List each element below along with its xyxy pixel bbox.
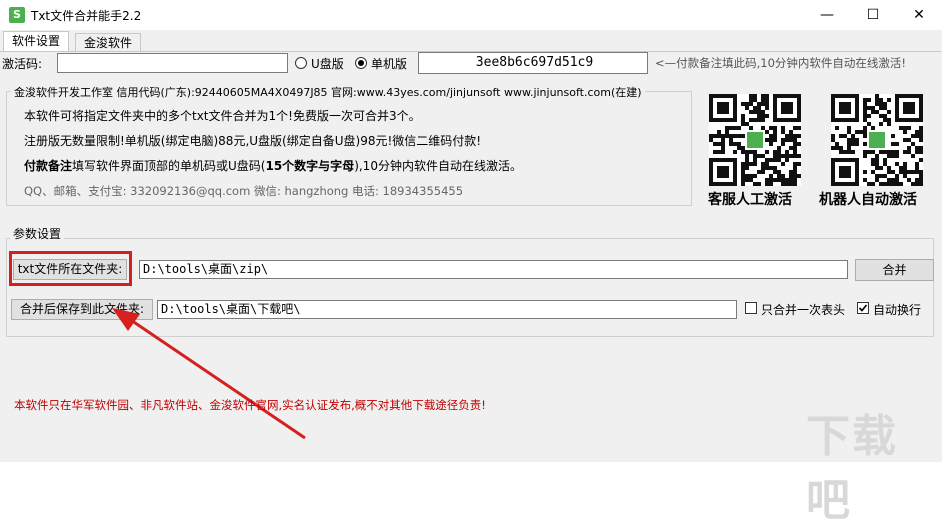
auto-wrap-label: 自动换行 (873, 303, 922, 317)
radio-local-version[interactable] (355, 57, 367, 69)
qr-caption-robot: 机器人自动激活 (819, 192, 917, 208)
activation-code-label: 激活码: (2, 57, 43, 71)
qr-caption-support: 客服人工激活 (708, 192, 792, 208)
wechat-qr-code-robot (831, 94, 923, 186)
radio-usb-version[interactable] (295, 57, 307, 69)
watermark-logo: 下载吧 (806, 411, 898, 526)
merge-header-once-label: 只合并一次表头 (761, 303, 846, 317)
maximize-button[interactable]: ☐ (850, 0, 896, 30)
footer-notice: 本软件只在华军软件园、非凡软件站、金浚软件官网,实名认证发布,概不对其他下载途径… (14, 398, 486, 412)
info-group-title: 金浚软件开发工作室 信用代码(广东):92440605MA4X0497J85 官… (11, 84, 645, 100)
highlight-box (9, 251, 132, 286)
radio-local-label: 单机版 (371, 57, 408, 71)
merge-header-once-checkbox[interactable] (745, 302, 757, 314)
info-line-3: 付款备注填写软件界面顶部的单机码或U盘码(15个数字与字母),10分钟内软件自动… (24, 157, 522, 174)
merge-button[interactable]: 合并 (855, 259, 934, 281)
activation-code-input[interactable] (57, 53, 288, 73)
auto-wrap-checkbox[interactable] (857, 302, 869, 314)
tab-jinjun-software[interactable]: 金浚软件 (75, 33, 142, 52)
contact-line: QQ、邮箱、支付宝: 332092136@qq.com 微信: hangzhon… (24, 184, 464, 198)
info-line-2: 注册版无数量限制!单机版(绑定电脑)88元,U盘版(绑定自备U盘)98元!微信二… (24, 134, 482, 148)
wechat-qr-code-support (709, 94, 801, 186)
minimize-button[interactable]: — (804, 0, 850, 30)
app-logo-icon: S (9, 7, 25, 23)
tab-software-settings[interactable]: 软件设置 (3, 31, 70, 53)
checkmark-icon (858, 304, 868, 312)
params-group-title: 参数设置 (10, 225, 65, 242)
radio-usb-label: U盘版 (311, 57, 344, 71)
source-folder-input[interactable]: D:\tools\桌面\zip\ (139, 260, 848, 279)
close-button[interactable]: ✕ (896, 0, 942, 30)
machine-code-field[interactable]: 3ee8b6c697d51c9 (418, 52, 648, 74)
info-line-3-end: ),10分钟内软件自动在线激活。 (354, 159, 522, 173)
activation-hint: <—付款备注填此码,10分钟内软件自动在线激活! (655, 56, 907, 70)
title-bar: S Txt文件合并能手2.2 — ☐ ✕ (0, 0, 942, 30)
annotation-arrow-icon (112, 308, 306, 440)
info-line-3-rest: 填写软件界面顶部的单机码或U盘码( (72, 159, 266, 173)
window-title: Txt文件合并能手2.2 (31, 9, 142, 23)
info-line-3-bold: 付款备注 (24, 159, 73, 173)
info-line-3-bold2: 15个数字与字母 (265, 159, 355, 173)
info-line-1: 本软件可将指定文件夹中的多个txt文件合并为1个!免费版一次可合并3个。 (24, 109, 421, 123)
